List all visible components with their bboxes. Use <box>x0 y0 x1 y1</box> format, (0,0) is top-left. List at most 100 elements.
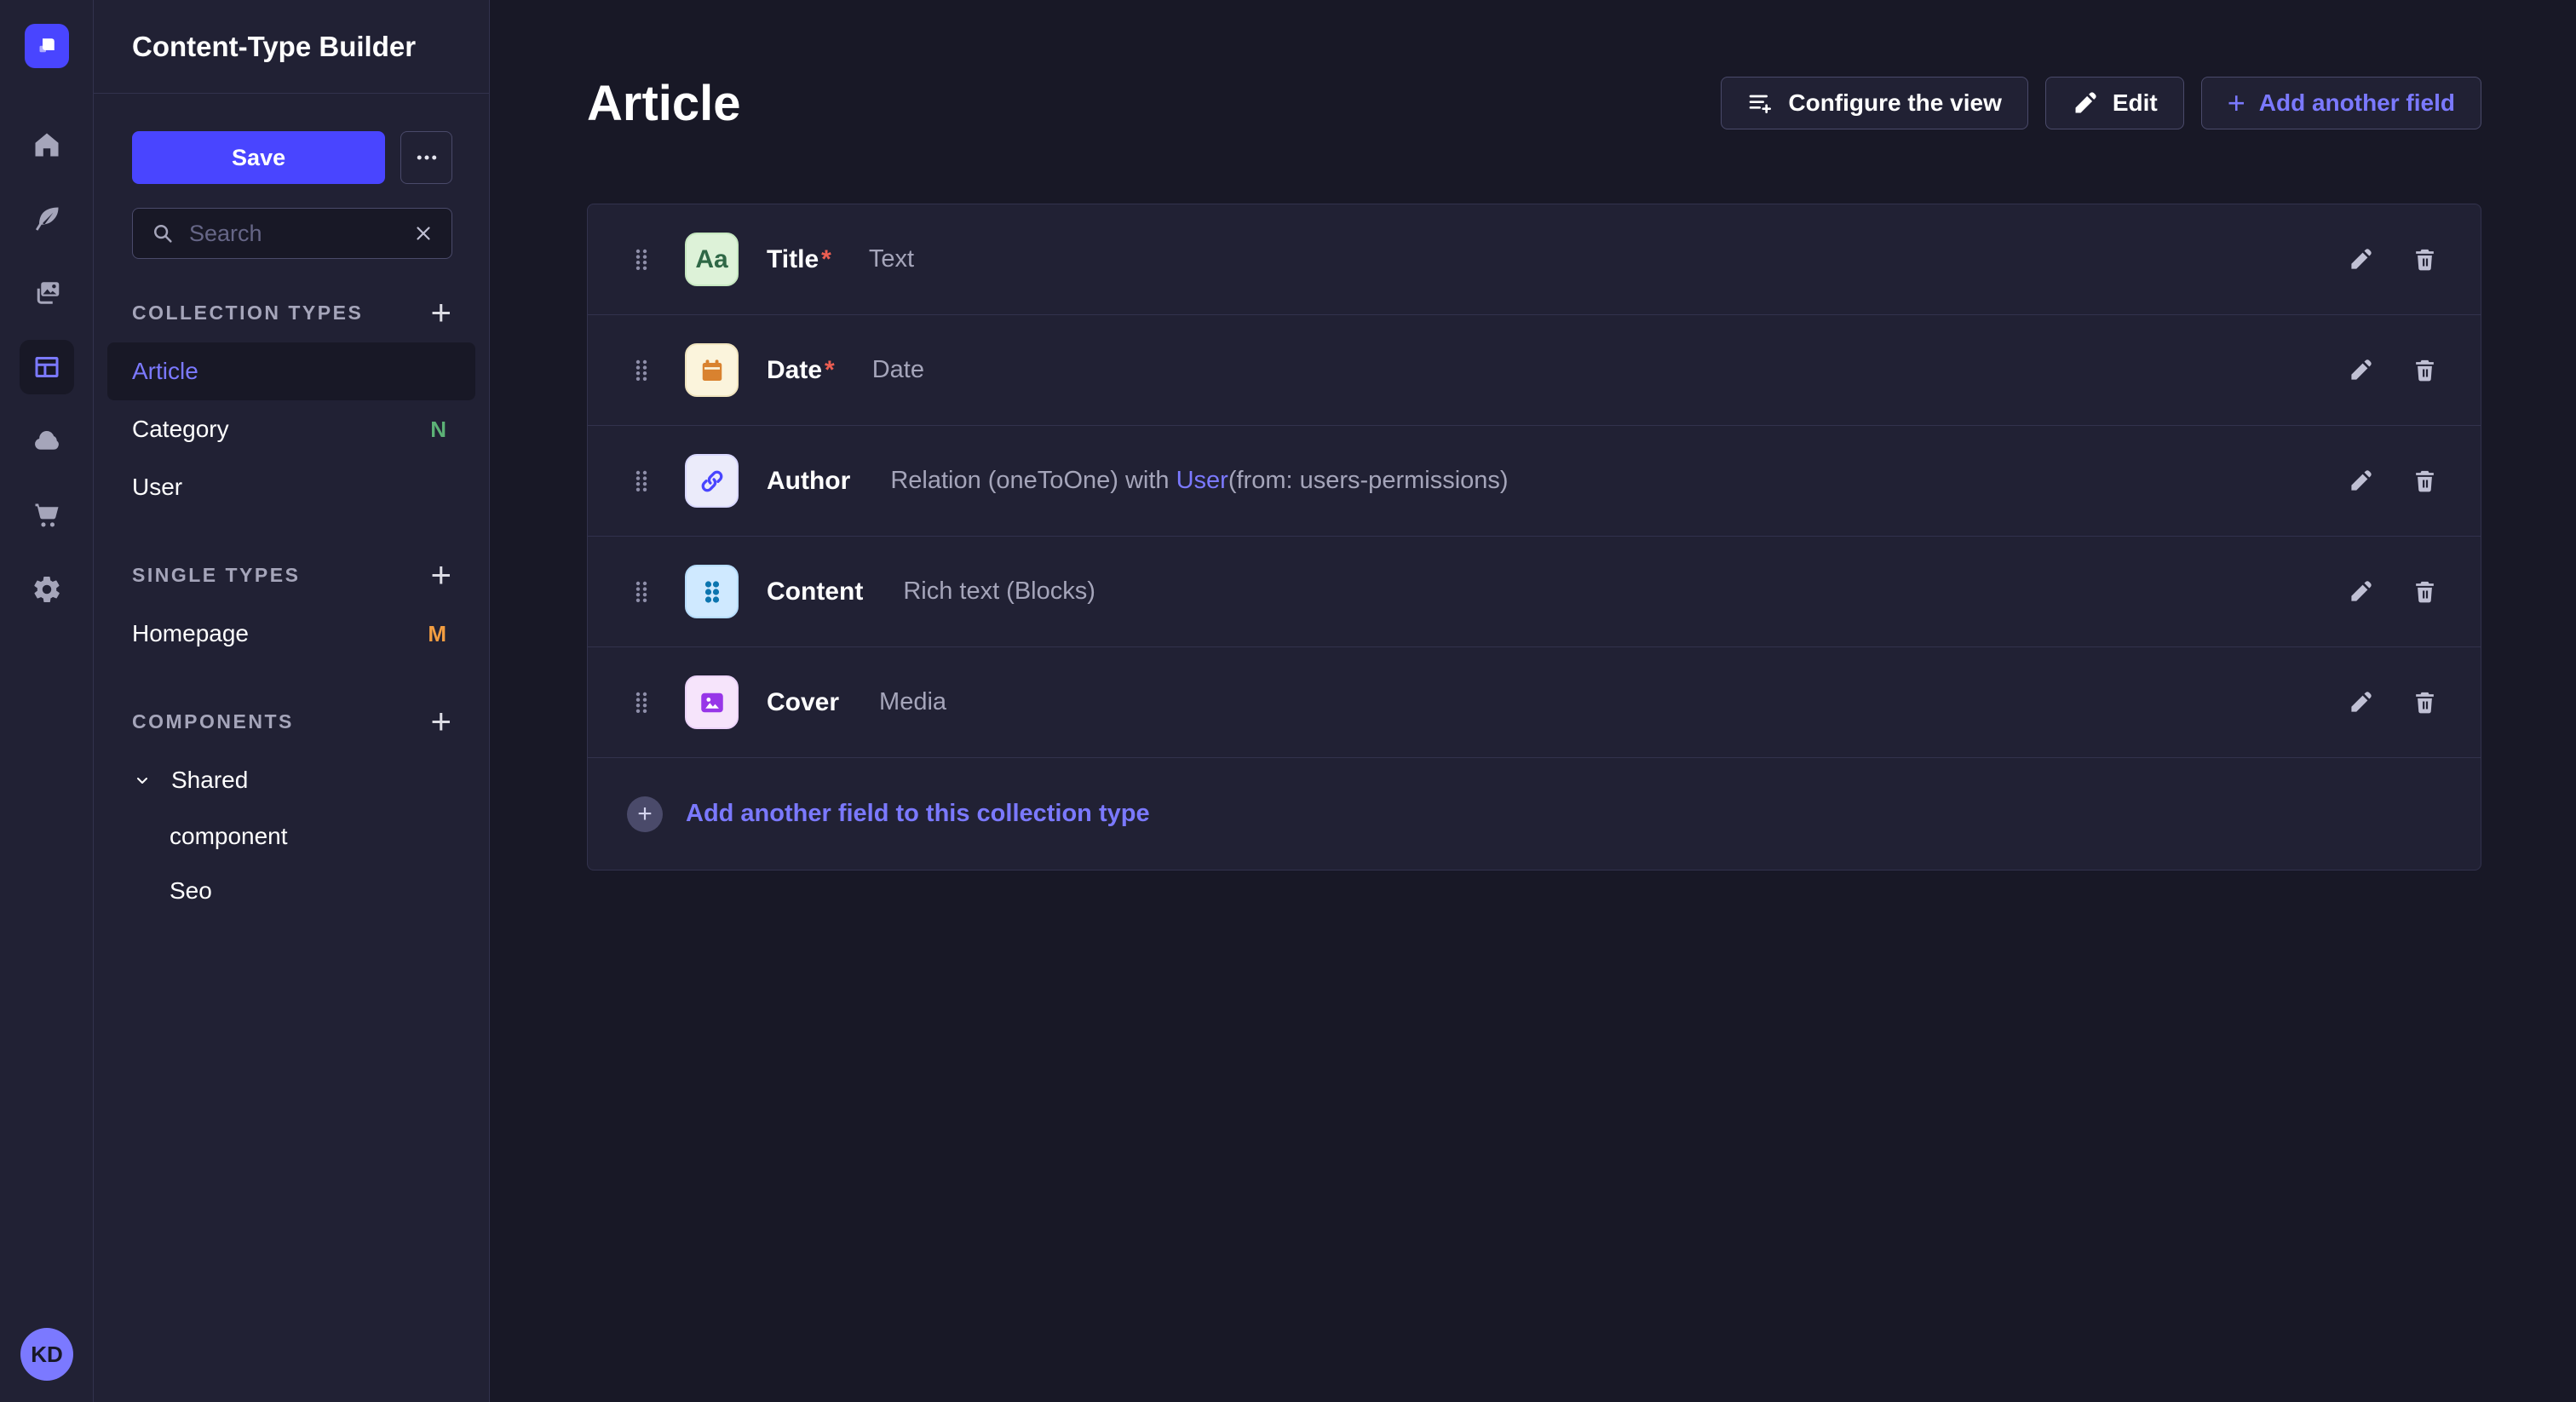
media-library-icon <box>32 278 62 308</box>
save-row: Save <box>94 94 489 184</box>
edit-label: Edit <box>2113 89 2158 117</box>
delete-field-button[interactable] <box>2412 578 2438 605</box>
cloud-icon <box>32 426 62 457</box>
more-actions-button[interactable] <box>400 131 452 184</box>
item-label: Article <box>132 358 198 385</box>
group-label: Shared <box>171 767 248 794</box>
plugin-title: Content-Type Builder <box>132 31 416 63</box>
drag-handle-icon[interactable] <box>631 690 653 715</box>
search-input[interactable] <box>189 221 399 247</box>
required-mark: * <box>825 356 835 384</box>
field-row-content: Content Rich text (Blocks) <box>588 537 2481 647</box>
user-avatar[interactable]: KD <box>20 1328 73 1381</box>
search-box <box>132 208 452 259</box>
delete-field-button[interactable] <box>2412 357 2438 383</box>
field-row-date: Date* Date <box>588 315 2481 426</box>
sidebar-item-component[interactable]: component <box>107 809 475 864</box>
add-component-button[interactable]: + <box>427 709 455 734</box>
trash-icon <box>2412 468 2438 494</box>
edit-button[interactable]: Edit <box>2045 77 2184 129</box>
app-root: KD Content-Type Builder Save <box>0 0 2576 1402</box>
edit-field-button[interactable] <box>2348 246 2374 273</box>
chevron-down-icon <box>132 770 152 790</box>
rail-item-content-manager[interactable] <box>20 192 74 246</box>
pencil-icon <box>2348 246 2374 273</box>
field-type: Relation (oneToOne) with User(from: user… <box>890 467 1508 495</box>
collection-types-header: COLLECTION TYPES + <box>94 300 489 325</box>
rail-item-media-library[interactable] <box>20 266 74 320</box>
edit-field-button[interactable] <box>2348 578 2374 605</box>
field-type: Date <box>872 356 924 384</box>
rail-item-content-type-builder[interactable] <box>20 340 74 394</box>
rail-item-marketplace[interactable] <box>20 488 74 543</box>
component-group-shared[interactable]: Shared <box>107 751 475 809</box>
edit-field-button[interactable] <box>2348 468 2374 494</box>
delete-field-button[interactable] <box>2412 689 2438 715</box>
delete-field-button[interactable] <box>2412 246 2438 273</box>
section-collection-types: COLLECTION TYPES + Article Category N Us… <box>94 300 489 516</box>
sidebar-header: Content-Type Builder <box>94 0 489 94</box>
drag-handle-icon[interactable] <box>631 358 653 383</box>
rail-nav-items <box>20 118 74 617</box>
edit-field-button[interactable] <box>2348 689 2374 715</box>
add-field-label: Add another field <box>2259 89 2455 117</box>
strapi-logo-icon <box>34 33 60 59</box>
relation-target-link[interactable]: User <box>1176 467 1228 494</box>
drag-handle-icon[interactable] <box>631 579 653 605</box>
delete-field-button[interactable] <box>2412 468 2438 494</box>
search-clear-button[interactable] <box>412 222 434 244</box>
section-single-types: SINGLE TYPES + Homepage M <box>94 562 489 663</box>
save-button[interactable]: Save <box>132 131 385 184</box>
main-nav-rail: KD <box>0 0 94 1402</box>
sidebar-item-homepage[interactable]: Homepage M <box>107 605 475 663</box>
close-icon <box>412 222 434 244</box>
field-type: Rich text (Blocks) <box>903 577 1095 606</box>
pencil-icon <box>2072 89 2099 117</box>
search-icon <box>150 221 175 246</box>
add-field-to-collection-link[interactable]: Add another field to this collection typ… <box>686 800 1150 828</box>
required-mark: * <box>821 245 831 273</box>
item-label: User <box>132 474 182 501</box>
trash-icon <box>2412 357 2438 383</box>
drag-handle-icon[interactable] <box>631 247 653 273</box>
field-type: Text <box>869 245 914 273</box>
single-types-header: SINGLE TYPES + <box>94 562 489 588</box>
field-type: Media <box>879 688 946 716</box>
plus-icon: + <box>2228 90 2245 116</box>
media-field-icon <box>685 675 739 729</box>
strapi-logo[interactable] <box>25 24 69 68</box>
gear-icon <box>32 574 62 605</box>
field-name: Content <box>767 577 865 606</box>
rail-item-settings[interactable] <box>20 562 74 617</box>
components-list: Shared component Seo <box>94 751 489 918</box>
configure-list-icon <box>1747 89 1774 117</box>
cart-icon <box>32 500 62 531</box>
avatar-initials: KD <box>31 1342 63 1368</box>
sidebar-item-seo[interactable]: Seo <box>107 864 475 918</box>
edit-field-button[interactable] <box>2348 357 2374 383</box>
sidebar-item-article[interactable]: Article <box>107 342 475 400</box>
item-label: Homepage <box>132 620 249 647</box>
add-another-field-button[interactable]: + Add another field <box>2201 77 2481 129</box>
home-icon <box>32 129 62 160</box>
plugin-sidebar: Content-Type Builder Save <box>94 0 490 1402</box>
add-collection-type-button[interactable]: + <box>427 300 455 325</box>
field-name: Author <box>767 467 853 496</box>
header-actions: Configure the view Edit + Add another fi… <box>1721 77 2481 129</box>
content-type-builder-icon <box>32 352 62 382</box>
field-row-cover: Cover Media <box>588 647 2481 758</box>
configure-view-label: Configure the view <box>1788 89 2001 117</box>
row-actions <box>2348 246 2438 273</box>
drag-handle-icon[interactable] <box>631 468 653 494</box>
status-badge-modified: M <box>428 621 446 647</box>
sidebar-item-user[interactable]: User <box>107 458 475 516</box>
add-single-type-button[interactable]: + <box>427 562 455 588</box>
field-name: Cover <box>767 688 842 717</box>
configure-view-button[interactable]: Configure the view <box>1721 77 2027 129</box>
sidebar-item-category[interactable]: Category N <box>107 400 475 458</box>
trash-icon <box>2412 689 2438 715</box>
rail-item-cloud[interactable] <box>20 414 74 468</box>
rail-item-home[interactable] <box>20 118 74 172</box>
section-components: COMPONENTS + Shared component Seo <box>94 709 489 918</box>
add-field-circle-button[interactable]: + <box>627 796 663 832</box>
